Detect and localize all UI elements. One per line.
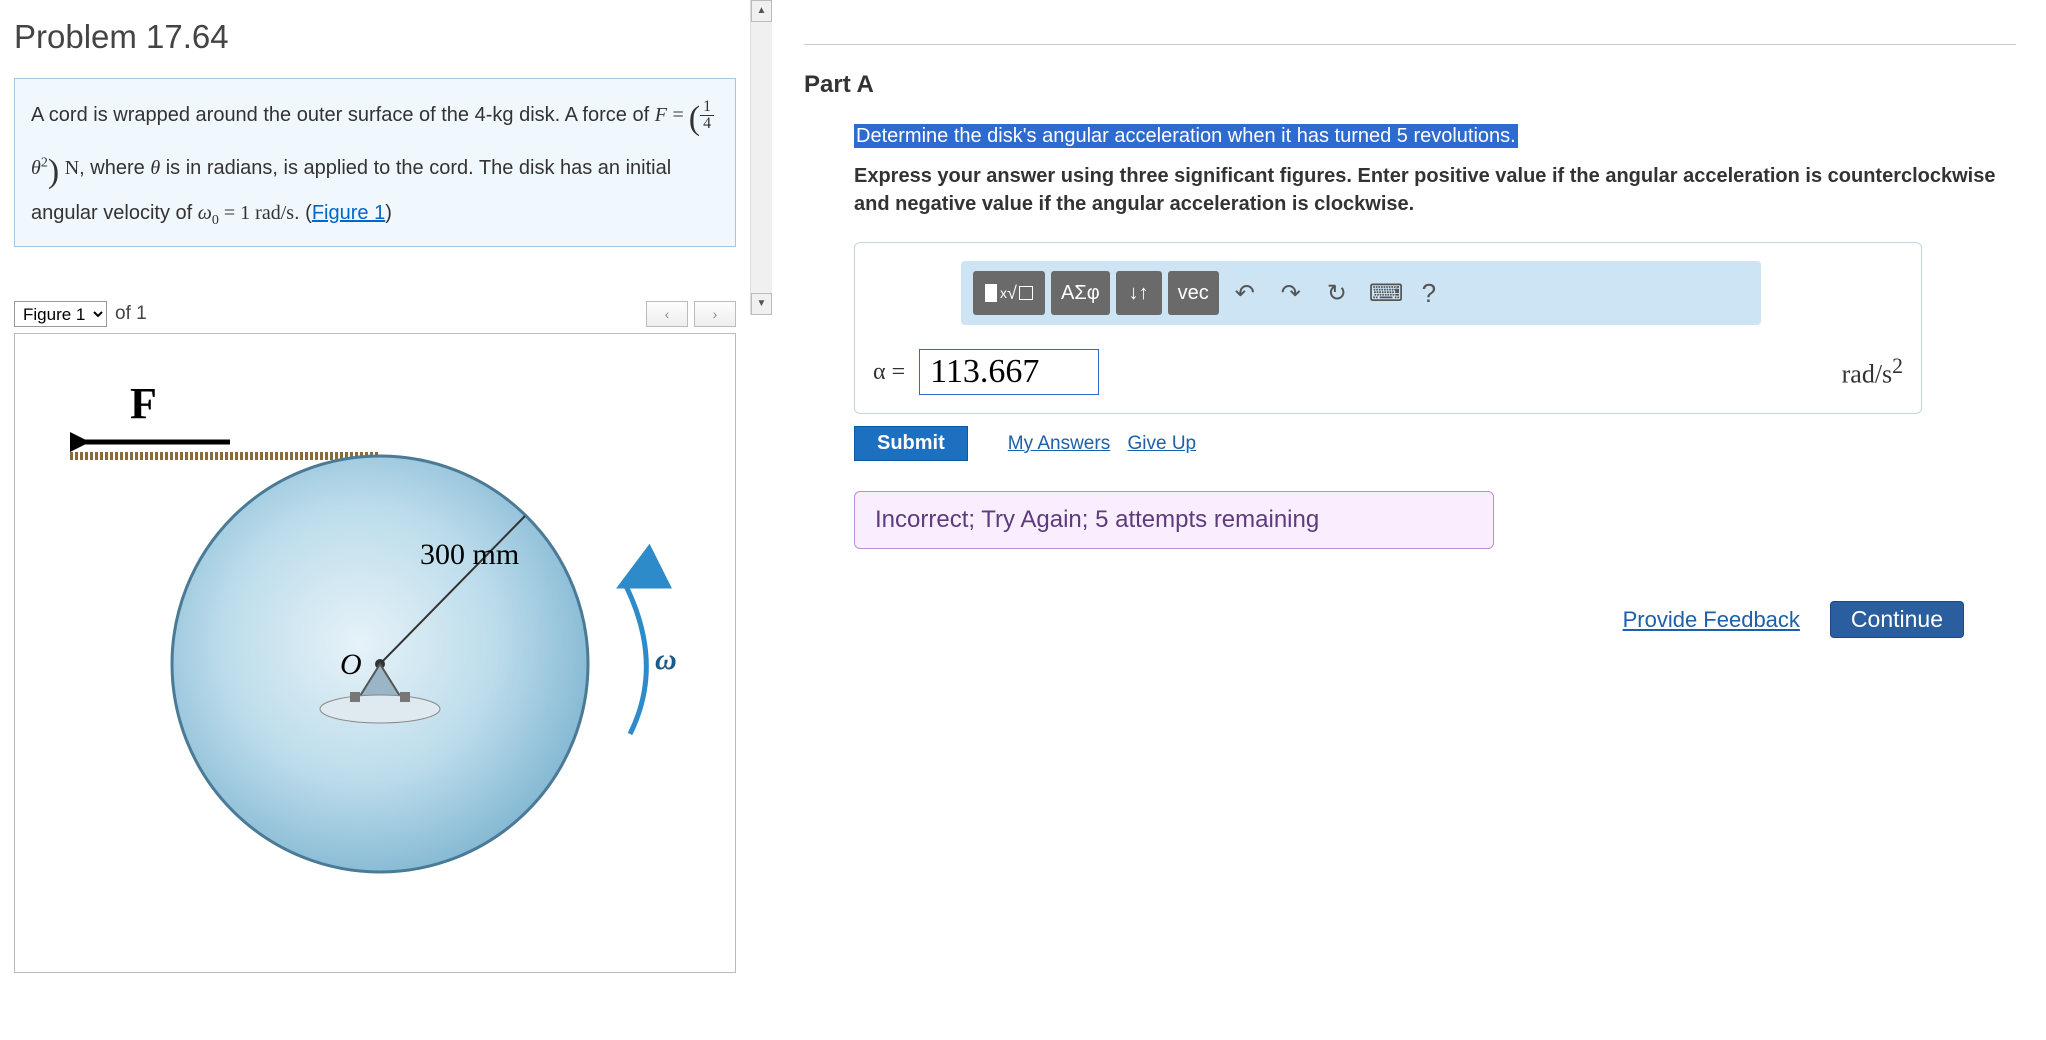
templates-button[interactable]: x√: [973, 271, 1045, 315]
greek-button[interactable]: ΑΣφ: [1051, 271, 1110, 315]
figure-prev-button[interactable]: ‹: [646, 301, 688, 327]
problem-statement: A cord is wrapped around the outer surfa…: [14, 78, 736, 247]
figure-box: F 300 mm O ω: [14, 333, 736, 973]
scroll-down-button[interactable]: ▼: [751, 293, 772, 315]
reset-button[interactable]: ↻: [1317, 273, 1357, 313]
problem-text-1: A cord is wrapped around the outer surfa…: [31, 104, 655, 126]
omega-label: ω: [655, 643, 677, 676]
keyboard-button[interactable]: ⌨: [1363, 273, 1403, 313]
scrollbar[interactable]: ▲ ▼: [750, 0, 772, 315]
scroll-up-button[interactable]: ▲: [751, 0, 772, 22]
give-up-link[interactable]: Give Up: [1127, 433, 1196, 454]
part-a-heading: Part A: [804, 71, 2016, 99]
force-label: F: [130, 379, 157, 428]
problem-pane: ▲ ▼ Problem 17.64 A cord is wrapped arou…: [0, 0, 750, 987]
force-var: F: [655, 104, 667, 126]
figure-next-button[interactable]: ›: [694, 301, 736, 327]
equation-toolbar: x√ ΑΣφ ↓↑ vec ↶ ↷ ↻ ⌨ ?: [961, 261, 1761, 325]
subscript-button[interactable]: ↓↑: [1116, 271, 1162, 315]
help-button[interactable]: ?: [1409, 277, 1449, 310]
answer-box: x√ ΑΣφ ↓↑ vec ↶ ↷ ↻ ⌨ ? α = rad/s2: [854, 242, 1922, 414]
problem-title: Problem 17.64: [14, 18, 736, 56]
provide-feedback-link[interactable]: Provide Feedback: [1623, 607, 1800, 633]
feedback-message: Incorrect; Try Again; 5 attempts remaini…: [854, 491, 1494, 549]
answer-unit: rad/s2: [1842, 354, 1903, 390]
answer-input[interactable]: [919, 349, 1099, 395]
my-answers-link[interactable]: My Answers: [1008, 433, 1110, 454]
figure-bar: Figure 1 of 1 ‹ ›: [14, 301, 736, 327]
scroll-track[interactable]: [751, 22, 772, 293]
part-a-instructions: Express your answer using three signific…: [854, 162, 2016, 218]
action-row: Submit My Answers Give Up: [854, 426, 2016, 461]
alpha-label: α =: [873, 359, 905, 386]
submit-button[interactable]: Submit: [854, 426, 968, 461]
disk-figure: F 300 mm O ω: [70, 374, 690, 934]
center-label: O: [340, 648, 362, 681]
radius-label: 300 mm: [420, 538, 519, 571]
figure-link[interactable]: Figure 1: [312, 202, 385, 224]
figure-of-text: of 1: [115, 303, 147, 325]
undo-button[interactable]: ↶: [1225, 273, 1265, 313]
redo-button[interactable]: ↷: [1271, 273, 1311, 313]
figure-select[interactable]: Figure 1: [14, 301, 107, 327]
part-a-prompt: Determine the disk's angular acceleratio…: [854, 124, 1518, 148]
footer-row: Provide Feedback Continue: [804, 601, 1964, 638]
vec-button[interactable]: vec: [1168, 271, 1219, 315]
answer-pane: Part A Determine the disk's angular acce…: [750, 0, 2046, 987]
continue-button[interactable]: Continue: [1830, 601, 1964, 638]
